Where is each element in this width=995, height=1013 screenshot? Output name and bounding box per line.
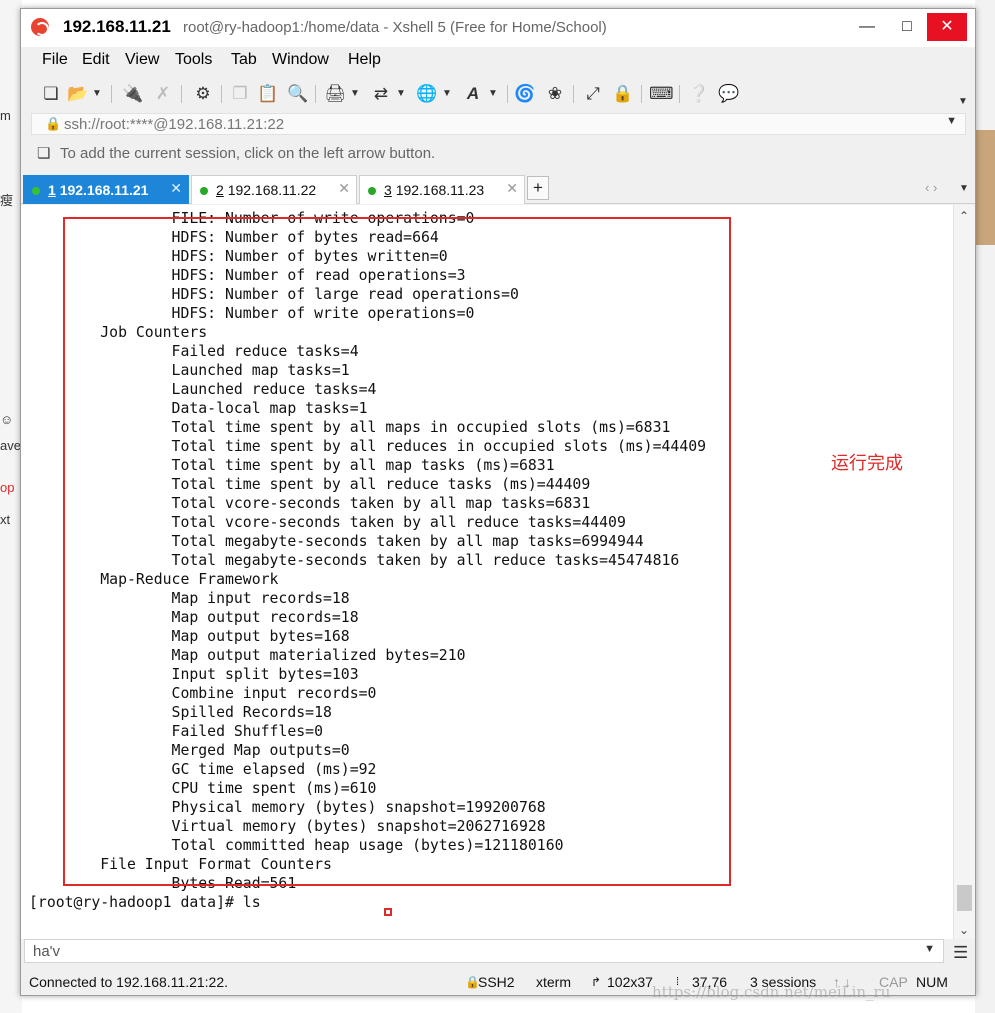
status-size: 102x37 xyxy=(607,974,653,990)
xshell-window: 192.168.11.21 root@ry-hadoop1:/home/data… xyxy=(20,8,976,996)
paste-icon[interactable]: 📋 xyxy=(257,83,279,105)
print-icon[interactable]: 🖨 xyxy=(323,83,347,105)
scroll-down-icon[interactable]: ⌄ xyxy=(959,923,969,937)
tab-number: 1 xyxy=(48,182,56,198)
address-bar[interactable]: 🔒 ssh://root:****@192.168.11.21:22 ▼ xyxy=(31,113,966,135)
lock-icon: 🔒 xyxy=(45,116,62,131)
title-host: 192.168.11.21 xyxy=(63,17,171,36)
menu-file[interactable]: File xyxy=(42,51,68,69)
watermark: https://blog.csdn.net/meiLin_ru xyxy=(652,983,891,1001)
find-icon[interactable]: 🔍 xyxy=(287,83,309,105)
keyboard-icon[interactable]: ⌨ xyxy=(649,83,674,105)
disconnect-icon[interactable]: ✗ xyxy=(151,83,175,105)
tab-number: 3 xyxy=(384,182,392,198)
compose-input-value: ha'v xyxy=(33,943,61,960)
session-hint-bar: ❏ To add the current session, click on t… xyxy=(31,141,966,165)
xmanager-icon[interactable]: ❀ xyxy=(543,83,567,105)
status-terminal-type: xterm xyxy=(536,974,571,990)
font-icon[interactable]: A xyxy=(461,83,485,105)
title-bar[interactable]: 192.168.11.21 root@ry-hadoop1:/home/data… xyxy=(21,9,975,47)
toolbar-overflow-icon[interactable]: ▼ xyxy=(957,91,969,113)
toolbar: ❏ 📂 ▼ 🔌 ✗ ⚙ ❐ 📋 🔍 🖨 ▼ ⇄ ▼ 🌐 ▼ A ▼ 🌀 ❀ ⤢ … xyxy=(21,75,975,111)
tab-bar: 1 192.168.11.21 ✕ 2 192.168.11.22 ✕ 3 19… xyxy=(21,173,975,204)
terminal-scrollbar[interactable]: ⌃ ⌄ xyxy=(953,205,975,939)
annotation-note: 运行完成 xyxy=(831,453,903,474)
address-dropdown-icon[interactable]: ▼ xyxy=(946,115,957,127)
font-dropdown-icon[interactable]: ▼ xyxy=(487,83,499,105)
tab-list-icon[interactable]: ▼ xyxy=(959,183,969,194)
globe-dropdown-icon[interactable]: ▼ xyxy=(441,83,453,105)
connected-dot-icon xyxy=(32,187,40,195)
globe-icon[interactable]: 🌐 xyxy=(415,83,439,105)
minimize-button[interactable]: — xyxy=(847,13,887,41)
compose-bar[interactable]: ha'v ▼ xyxy=(24,939,944,963)
open-folder-icon[interactable]: 📂 xyxy=(67,83,88,105)
add-session-arrow-icon[interactable]: ❏ xyxy=(37,144,50,162)
size-icon: ↱ xyxy=(591,975,602,989)
help-icon[interactable]: ❔ xyxy=(687,83,711,105)
lock-icon[interactable]: 🔒 xyxy=(611,83,635,105)
print-dropdown-icon[interactable]: ▼ xyxy=(349,83,361,105)
menu-edit[interactable]: Edit xyxy=(82,51,110,69)
scroll-thumb[interactable] xyxy=(957,885,972,911)
xshell-logo-icon xyxy=(31,18,49,36)
tab-session-2[interactable]: 2 192.168.11.22 ✕ xyxy=(191,175,357,204)
menu-bar: File Edit View Tools Tab Window Help xyxy=(21,47,975,75)
tab-host: 192.168.11.22 xyxy=(227,182,317,198)
transfer-dropdown-icon[interactable]: ▼ xyxy=(395,83,407,105)
status-num: NUM xyxy=(916,974,948,990)
tab-session-3[interactable]: 3 192.168.11.23 ✕ xyxy=(359,175,525,204)
close-button[interactable]: ✕ xyxy=(927,13,967,41)
fullscreen-icon[interactable]: ⤢ xyxy=(581,83,605,105)
tab-session-1[interactable]: 1 192.168.11.21 ✕ xyxy=(23,175,189,204)
new-session-icon[interactable]: ❏ xyxy=(39,83,63,105)
compose-dropdown-icon[interactable]: ▼ xyxy=(924,943,935,955)
tab-close-icon[interactable]: ✕ xyxy=(338,180,350,197)
transfer-icon[interactable]: ⇄ xyxy=(369,83,393,105)
menu-window[interactable]: Window xyxy=(272,51,329,69)
tab-close-icon[interactable]: ✕ xyxy=(170,180,182,197)
terminal-cursor xyxy=(384,908,392,916)
address-url: ssh://root:****@192.168.11.21:22 xyxy=(64,116,285,133)
status-connection: Connected to 192.168.11.21:22. xyxy=(29,974,229,990)
status-protocol: SSH2 xyxy=(478,974,515,990)
menu-tab[interactable]: Tab xyxy=(231,51,257,69)
tab-number: 2 xyxy=(216,182,224,198)
window-title: root@ry-hadoop1:/home/data - Xshell 5 (F… xyxy=(183,19,607,36)
compose-menu-icon[interactable]: ☰ xyxy=(953,943,968,963)
menu-view[interactable]: View xyxy=(125,51,159,69)
properties-icon[interactable]: ⚙ xyxy=(191,83,215,105)
highlight-box xyxy=(63,217,731,886)
chat-icon[interactable]: 💬 xyxy=(717,83,741,105)
tab-prev-icon[interactable]: ‹ › xyxy=(925,180,937,195)
session-hint-text: To add the current session, click on the… xyxy=(60,145,436,162)
tab-host: 192.168.11.23 xyxy=(395,182,485,198)
menu-help[interactable]: Help xyxy=(348,51,381,69)
scroll-up-icon[interactable]: ⌃ xyxy=(959,209,969,223)
copy-icon[interactable]: ❐ xyxy=(229,83,251,105)
desktop-right-edge xyxy=(975,0,995,1013)
new-tab-button[interactable]: + xyxy=(527,176,549,200)
connected-dot-icon xyxy=(200,187,208,195)
maximize-button[interactable]: □ xyxy=(887,13,927,41)
xftp-icon[interactable]: 🌀 xyxy=(513,83,537,105)
connected-dot-icon xyxy=(368,187,376,195)
terminal-output[interactable]: FILE: Number of write operations=0 HDFS:… xyxy=(21,205,953,939)
desktop-left-edge: m 瘦 ☺ ave op xt xyxy=(0,0,22,1013)
menu-tools[interactable]: Tools xyxy=(175,51,212,69)
tab-host: 192.168.11.21 xyxy=(59,182,149,198)
open-dropdown-icon[interactable]: ▼ xyxy=(91,83,103,105)
connect-icon[interactable]: 🔌 xyxy=(121,83,145,105)
tab-close-icon[interactable]: ✕ xyxy=(506,180,518,197)
